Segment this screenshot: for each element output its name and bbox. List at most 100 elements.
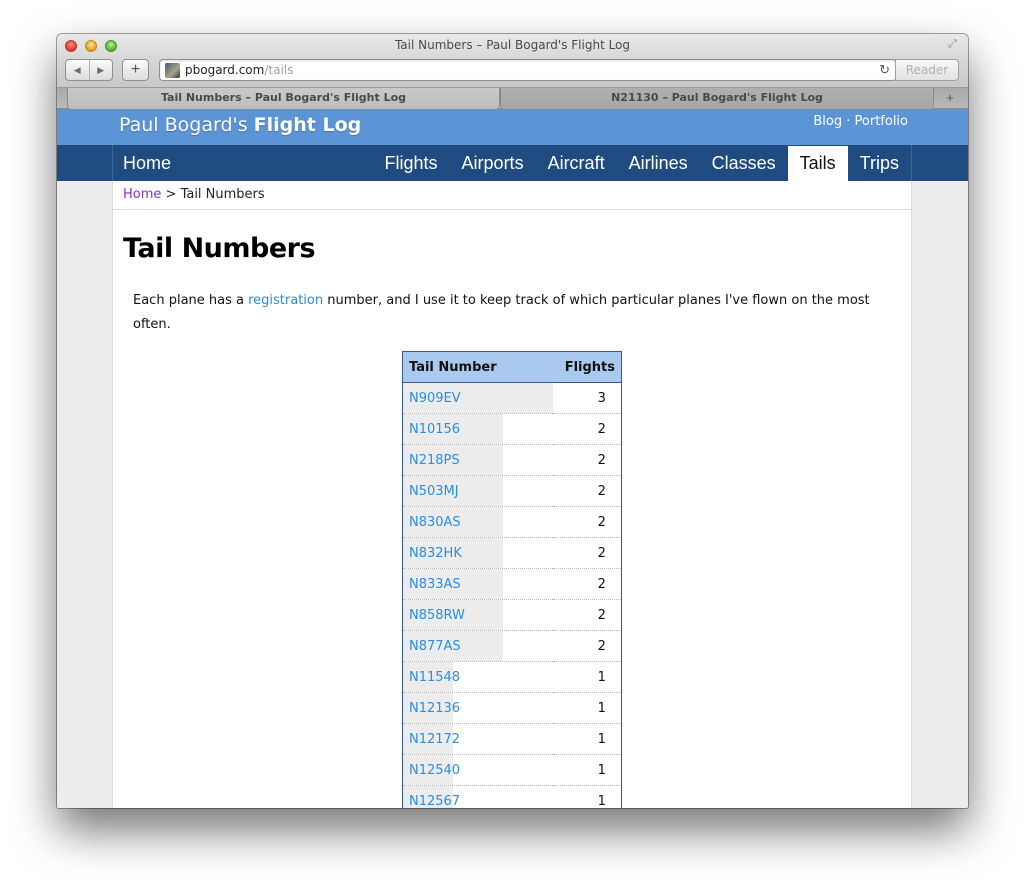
table-row: N12136 1 [402, 692, 622, 724]
header-tail-number[interactable]: Tail Number [402, 351, 553, 383]
add-bookmark-button[interactable]: + [122, 59, 149, 81]
tail-number-link[interactable]: N877AS [403, 639, 461, 654]
table-row: N11548 1 [402, 661, 622, 693]
window-title: Tail Numbers – Paul Bogard's Flight Log [394, 38, 631, 52]
table-row: N12172 1 [402, 723, 622, 755]
site-favicon [165, 63, 180, 78]
site-title[interactable]: Paul Bogard's Flight Log [119, 114, 361, 136]
tail-number-cell: N858RW [402, 599, 553, 631]
tail-number-cell: N10156 [402, 413, 553, 445]
intro-before: Each plane has a [133, 293, 249, 308]
tab-n21130[interactable]: N21130 – Paul Bogard's Flight Log [500, 88, 934, 109]
reader-button[interactable]: Reader [895, 59, 959, 81]
registration-link[interactable]: registration [248, 293, 323, 308]
url-text[interactable]: pbogard.com/tails [185, 63, 293, 77]
table-row: N218PS 2 [402, 444, 622, 476]
tail-number-link[interactable]: N832HK [403, 546, 462, 561]
table-row: N12567 1 [402, 785, 622, 809]
tail-number-link[interactable]: N503MJ [403, 484, 459, 499]
nav-tails[interactable]: Tails [787, 146, 848, 181]
main-nav-inner: Home Flights Airports Aircraft Airlines … [112, 145, 912, 181]
tail-number-cell: N832HK [402, 537, 553, 569]
breadcrumb: Home > Tail Numbers [123, 187, 265, 202]
flights-count-cell: 1 [552, 661, 622, 693]
tail-number-link[interactable]: N218PS [403, 453, 460, 468]
breadcrumb-home-link[interactable]: Home [123, 187, 161, 202]
table-header-row: Tail Number Flights [402, 351, 622, 383]
intro-text: Each plane has a registration number, an… [133, 289, 893, 337]
table-row: N877AS 2 [402, 630, 622, 662]
header-flights[interactable]: Flights [552, 351, 622, 383]
tab-tail-numbers[interactable]: Tail Numbers – Paul Bogard's Flight Log [67, 88, 500, 109]
tail-number-link[interactable]: N12540 [403, 763, 460, 778]
tail-number-link[interactable]: N833AS [403, 577, 461, 592]
page-content: Home > Tail Numbers Tail Numbers Each pl… [112, 181, 912, 808]
site-title-prefix: Paul Bogard's [119, 114, 254, 136]
forward-button[interactable]: ▶ [90, 60, 113, 80]
breadcrumb-current: Tail Numbers [180, 187, 265, 202]
tail-number-link[interactable]: N909EV [403, 391, 461, 406]
fullscreen-icon[interactable]: ⤢ [948, 38, 962, 52]
tail-number-link[interactable]: N830AS [403, 515, 461, 530]
tail-number-link[interactable]: N12172 [403, 732, 460, 747]
tail-number-cell: N830AS [402, 506, 553, 538]
tail-number-link[interactable]: N12567 [403, 794, 460, 809]
url-domain: pbogard.com [185, 63, 265, 77]
table-row: N830AS 2 [402, 506, 622, 538]
tail-number-cell: N12567 [402, 785, 553, 809]
tail-number-link[interactable]: N10156 [403, 422, 460, 437]
flights-count-cell: 2 [552, 444, 622, 476]
portfolio-link[interactable]: Portfolio [855, 114, 908, 129]
nav-airports[interactable]: Airports [450, 145, 536, 181]
table-row: N833AS 2 [402, 568, 622, 600]
flights-count-cell: 2 [552, 537, 622, 569]
back-button[interactable]: ◀ [66, 60, 90, 80]
nav-airlines[interactable]: Airlines [617, 145, 700, 181]
page-viewport: Paul Bogard's Flight Log Blog · Portfoli… [57, 109, 968, 808]
nav-aircraft[interactable]: Aircraft [536, 145, 617, 181]
nav-home[interactable]: Home [123, 145, 171, 181]
flights-count-cell: 1 [552, 785, 622, 808]
tail-number-cell: N877AS [402, 630, 553, 662]
flights-count-cell: 2 [552, 413, 622, 445]
header-links: Blog · Portfolio [813, 114, 908, 129]
flights-count-cell: 1 [552, 723, 622, 755]
table-body: N909EV 3 N10156 2 N218PS 2 N503MJ 2 N830AS 2 N832H… [402, 382, 622, 809]
tail-number-cell: N503MJ [402, 475, 553, 507]
flights-count-cell: 2 [552, 630, 622, 662]
tail-number-cell: N11548 [402, 661, 553, 693]
tail-number-link[interactable]: N12136 [403, 701, 460, 716]
url-path: /tails [264, 63, 294, 77]
table-row: N503MJ 2 [402, 475, 622, 507]
flights-count-cell: 2 [552, 568, 622, 600]
tail-number-cell: N909EV [402, 382, 553, 414]
flights-count-cell: 2 [552, 506, 622, 538]
table-row: N858RW 2 [402, 599, 622, 631]
nav-classes[interactable]: Classes [700, 145, 788, 181]
site-title-bold: Flight Log [253, 114, 362, 136]
flights-count-cell: 1 [552, 754, 622, 786]
tail-number-link[interactable]: N858RW [403, 608, 465, 623]
tail-number-cell: N218PS [402, 444, 553, 476]
flights-count-cell: 3 [552, 382, 622, 414]
header-separator: · [842, 114, 855, 129]
address-bar[interactable]: pbogard.com/tails ↻ [159, 59, 897, 81]
nav-flights[interactable]: Flights [373, 145, 450, 181]
browser-window: Tail Numbers – Paul Bogard's Flight Log … [57, 34, 968, 808]
reload-icon[interactable]: ↻ [879, 62, 890, 78]
flights-count-cell: 2 [552, 475, 622, 507]
table-row: N832HK 2 [402, 537, 622, 569]
tail-number-cell: N833AS [402, 568, 553, 600]
table-row: N909EV 3 [402, 382, 622, 414]
tail-number-cell: N12540 [402, 754, 553, 786]
tail-number-cell: N12172 [402, 723, 553, 755]
tail-number-link[interactable]: N11548 [403, 670, 460, 685]
new-tab-button[interactable]: + [942, 88, 958, 109]
nav-items: Flights Airports Aircraft Airlines Class… [373, 145, 911, 181]
table-row: N12540 1 [402, 754, 622, 786]
tail-numbers-table: Tail Number Flights N909EV 3 N10156 2 N218PS… [402, 351, 622, 808]
flights-count-cell: 2 [552, 599, 622, 631]
blog-link[interactable]: Blog [813, 114, 842, 129]
tab-bar: Tail Numbers – Paul Bogard's Flight Log … [57, 88, 968, 109]
nav-trips[interactable]: Trips [848, 145, 911, 181]
